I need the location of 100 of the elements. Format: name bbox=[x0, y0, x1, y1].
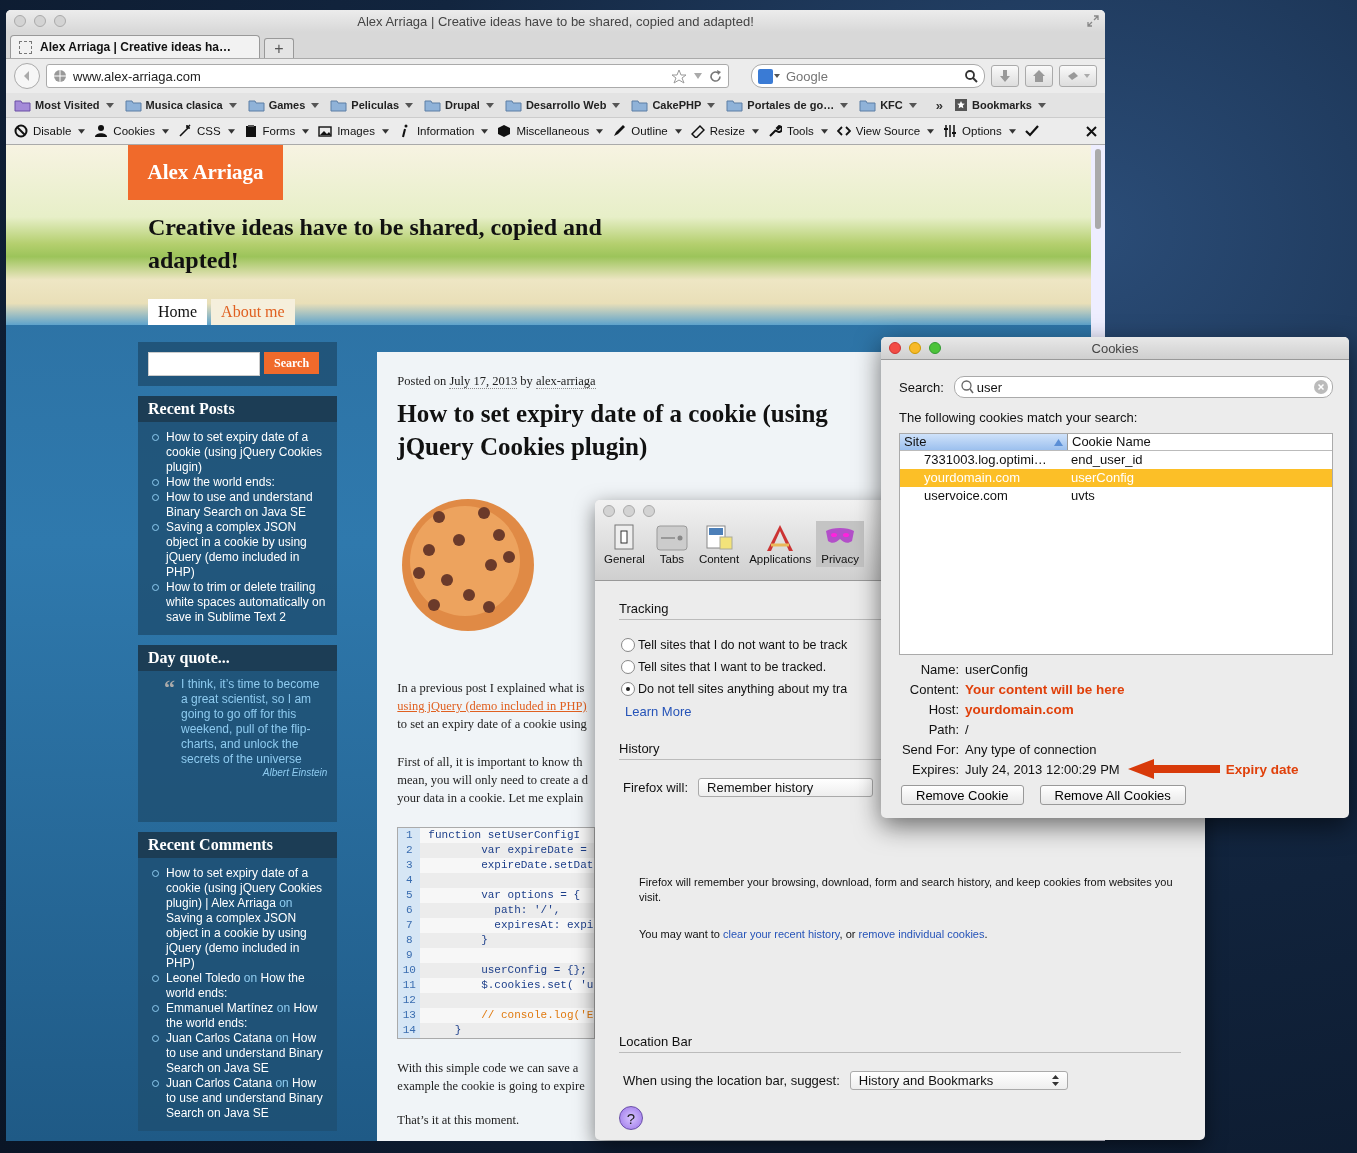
clear-history-link[interactable]: clear your recent history bbox=[723, 928, 840, 940]
bookmark-item[interactable]: Portales de go… bbox=[726, 98, 849, 112]
address-field[interactable]: www.alex-arriaga.com bbox=[46, 64, 729, 88]
close-button[interactable] bbox=[889, 342, 901, 354]
bookmark-item[interactable]: Bookmarks bbox=[953, 98, 1046, 112]
remove-button[interactable]: Remove All Cookies bbox=[1039, 785, 1186, 805]
zoom-button[interactable] bbox=[54, 15, 66, 27]
toolbar-menu[interactable]: Information bbox=[397, 124, 489, 138]
quote-text: I think, it’s time to become a great scientist, so I am going to go off for this weekend, pull of the flip-charts, and unlock the secrets of the universe bbox=[181, 677, 321, 767]
zoom-button[interactable] bbox=[929, 342, 941, 354]
extension-button[interactable] bbox=[1059, 65, 1097, 87]
table-row[interactable]: uservoice.com uvts bbox=[900, 487, 1332, 505]
toolbar-menu[interactable]: Resize bbox=[690, 124, 759, 138]
column-header[interactable]: Cookie Name bbox=[1068, 434, 1155, 450]
toolbar-menu[interactable]: View Source bbox=[836, 124, 935, 138]
dropdown-icon[interactable] bbox=[693, 72, 703, 80]
radio-option[interactable]: Tell sites that I want to be tracked. bbox=[621, 660, 827, 674]
close-button[interactable] bbox=[14, 15, 26, 27]
radio-option[interactable]: Do not tell sites anything about my tra bbox=[621, 682, 848, 696]
toolbar-menu[interactable]: Outline bbox=[612, 124, 682, 138]
radio-option[interactable]: Tell sites that I do not want to be track bbox=[621, 638, 848, 652]
toolbar-menu[interactable]: Images bbox=[318, 124, 389, 138]
pencil-icon bbox=[612, 124, 627, 138]
search-input[interactable] bbox=[148, 352, 260, 376]
toolbar-menu[interactable]: Forms bbox=[243, 124, 310, 138]
post-link[interactable]: How to use and understand Binary Search on Java SE bbox=[166, 490, 330, 520]
bookmark-item[interactable]: Desarrollo Web bbox=[504, 98, 621, 112]
line-number: 1 bbox=[398, 828, 421, 843]
bookmark-item[interactable]: Most Visited bbox=[14, 98, 114, 112]
star-icon[interactable] bbox=[671, 68, 687, 84]
detail-label: Path: bbox=[927, 721, 959, 737]
suggest-dropdown[interactable]: History and Bookmarks bbox=[849, 1071, 1068, 1090]
toolbar-menu[interactable]: CSS bbox=[177, 124, 235, 138]
code-line: var options = { bbox=[480, 888, 581, 903]
minimize-button[interactable] bbox=[623, 505, 635, 517]
close-icon[interactable] bbox=[1086, 125, 1097, 137]
toolbar-menu[interactable]: Options bbox=[943, 124, 1016, 138]
bookmark-item[interactable]: Musica clasica bbox=[124, 98, 237, 112]
check-icon[interactable] bbox=[1024, 125, 1039, 137]
table-row[interactable]: 7331003.log.optimi… end_user_id bbox=[900, 451, 1332, 469]
column-header[interactable]: Site bbox=[900, 434, 1068, 450]
overflow-button[interactable]: » bbox=[935, 97, 943, 113]
search-engine-icon[interactable] bbox=[758, 68, 780, 84]
fullscreen-icon[interactable] bbox=[1087, 15, 1099, 27]
zoom-button[interactable] bbox=[643, 505, 655, 517]
code-line: $.cookies.set( 'u bbox=[480, 978, 594, 993]
toolbar-menu[interactable]: Cookies bbox=[94, 124, 169, 138]
tab-bar-icon bbox=[654, 523, 689, 553]
line-number: 14 bbox=[398, 1023, 421, 1038]
field-label: Firefox will: bbox=[623, 780, 688, 795]
close-button[interactable] bbox=[603, 505, 615, 517]
download-icon bbox=[998, 69, 1012, 83]
preferences-tab[interactable]: Tabs bbox=[649, 521, 694, 567]
preferences-tab[interactable]: Applications bbox=[744, 521, 817, 567]
caret-icon bbox=[908, 102, 917, 108]
minimize-button[interactable] bbox=[909, 342, 921, 354]
post-link[interactable]: How to trim or delete trailing white spaces automatically on save in Sublime Text 2 bbox=[166, 580, 330, 625]
toolbar-menu[interactable]: Disable bbox=[14, 124, 86, 138]
comment-item[interactable]: Leonel Toledo on How the world ends: bbox=[166, 971, 330, 1001]
comment-item[interactable]: Emmanuel Martínez on How the world ends: bbox=[166, 1001, 330, 1031]
bookmark-item[interactable]: Drupal bbox=[424, 98, 494, 112]
help-button[interactable]: ? bbox=[619, 1106, 643, 1130]
preferences-tab[interactable]: General bbox=[599, 521, 650, 567]
preferences-tab[interactable]: Privacy bbox=[816, 521, 864, 567]
clear-icon[interactable] bbox=[1314, 380, 1328, 394]
remove-button[interactable]: Remove Cookie bbox=[901, 785, 1024, 805]
post-link[interactable]: How to set expiry date of a cookie (using jQuery Cookies plugin) bbox=[166, 430, 330, 475]
home-button[interactable] bbox=[1025, 65, 1053, 87]
bookmark-item[interactable]: CakePHP bbox=[631, 98, 716, 112]
minimize-button[interactable] bbox=[34, 15, 46, 27]
post-link[interactable]: Saving a complex JSON object in a cookie by using jQuery (demo included in PHP) bbox=[166, 520, 330, 580]
nav-link[interactable]: Home bbox=[148, 299, 208, 325]
detail-value: Your content will be here bbox=[965, 681, 1125, 697]
comment-item[interactable]: Juan Carlos Catana on How to use and understand Binary Search on Java SE bbox=[166, 1031, 330, 1076]
line-number: 10 bbox=[398, 963, 421, 978]
bookmark-item[interactable]: KFC bbox=[859, 98, 917, 112]
comment-item[interactable]: How to set expiry date of a cookie (using jQuery Cookies plugin) | Alex Arriaga on Saving a complex JSON object in a cookie by using jQuery (demo included in PHP) bbox=[166, 866, 330, 971]
search-icon[interactable] bbox=[965, 69, 978, 83]
detail-label: Host: bbox=[927, 701, 959, 717]
bookmark-item[interactable]: Peliculas bbox=[330, 98, 414, 112]
toolbar-menu[interactable]: Tools bbox=[767, 124, 828, 138]
search-bar[interactable]: Google bbox=[751, 64, 985, 88]
bookmark-item[interactable]: Games bbox=[247, 98, 320, 112]
caret-icon bbox=[612, 102, 621, 108]
browser-tab[interactable]: Alex Arriaga | Creative ideas ha… bbox=[10, 35, 260, 58]
comment-item[interactable]: Juan Carlos Catana on How to use and understand Binary Search on Java SE bbox=[166, 1076, 330, 1121]
history-dropdown[interactable]: Remember history bbox=[698, 778, 873, 797]
back-button[interactable] bbox=[14, 63, 40, 89]
detail-value: / bbox=[965, 721, 969, 737]
reload-icon[interactable] bbox=[709, 69, 722, 83]
new-tab-button[interactable]: + bbox=[264, 38, 294, 58]
no-entry-icon bbox=[14, 124, 28, 138]
toolbar-menu[interactable]: Miscellaneous bbox=[497, 124, 604, 138]
learn-more-link[interactable]: Learn More bbox=[625, 704, 692, 719]
post-link[interactable]: How the world ends: bbox=[166, 475, 330, 490]
code-line: function setUserConfigI bbox=[428, 828, 581, 843]
preferences-tab[interactable]: Content bbox=[693, 521, 745, 567]
download-button[interactable] bbox=[991, 65, 1019, 87]
folder-icon bbox=[14, 98, 31, 112]
search-field[interactable]: user bbox=[953, 376, 1333, 398]
